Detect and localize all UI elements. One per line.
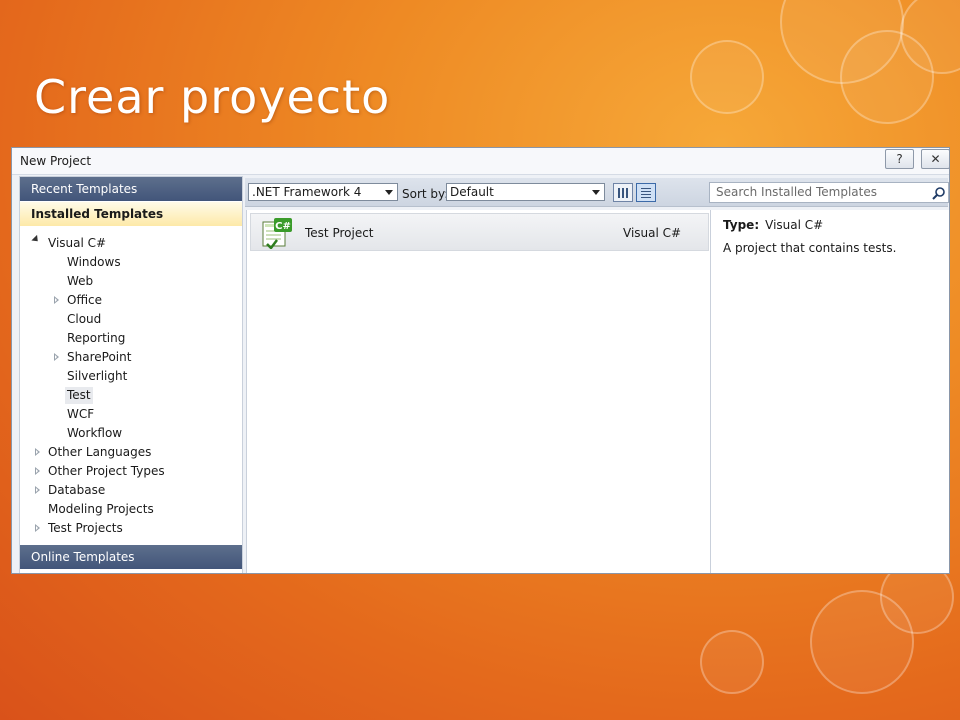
tree-item-cloud[interactable]: Cloud (67, 311, 101, 328)
collapse-arrow-icon[interactable] (54, 296, 59, 304)
collapse-arrow-icon[interactable] (35, 467, 40, 475)
new-project-dialog: New Project ? ✕ Recent Templates Install… (11, 147, 950, 574)
tree-item-visual-csharp[interactable]: Visual C# (48, 235, 106, 252)
collapse-arrow-icon[interactable] (35, 448, 40, 456)
template-item-test-project[interactable]: C# Test Project Visual C# (250, 213, 709, 251)
slide-title: Crear proyecto (34, 70, 391, 124)
search-templates-input[interactable]: Search Installed Templates (709, 182, 949, 203)
collapse-arrow-icon[interactable] (54, 353, 59, 361)
template-language: Visual C# (623, 226, 682, 240)
tree-item-test[interactable]: Test (65, 387, 93, 404)
dropdown-arrow-icon (592, 190, 600, 195)
help-button[interactable]: ? (885, 149, 914, 169)
sort-by-label: Sort by: (402, 187, 449, 201)
tree-item-workflow[interactable]: Workflow (67, 425, 122, 442)
tree-item-database[interactable]: Database (48, 482, 105, 499)
framework-value: .NET Framework 4 (252, 185, 362, 199)
dialog-title: New Project (20, 154, 92, 168)
tree-item-other-languages[interactable]: Other Languages (48, 444, 151, 461)
type-value: Visual C# (765, 218, 824, 232)
templates-list: C# Test Project Visual C# (246, 210, 711, 573)
tree-item-modeling-projects[interactable]: Modeling Projects (48, 501, 154, 518)
small-icons-view-button[interactable] (613, 183, 633, 202)
collapse-arrow-icon[interactable] (35, 486, 40, 494)
svg-text:C#: C# (275, 221, 291, 232)
framework-dropdown[interactable]: .NET Framework 4 (248, 183, 398, 201)
close-button[interactable]: ✕ (921, 149, 949, 169)
template-type: Type: Visual C# (723, 218, 823, 232)
template-description: A project that contains tests. (723, 241, 897, 255)
template-categories-panel: Recent Templates Installed Templates Vis… (19, 176, 243, 573)
tree-item-test-projects[interactable]: Test Projects (48, 520, 123, 537)
search-placeholder: Search Installed Templates (716, 185, 877, 199)
search-icon[interactable] (932, 186, 946, 200)
sort-by-dropdown[interactable]: Default (446, 183, 605, 201)
online-templates-header[interactable]: Online Templates (20, 545, 242, 569)
tree-item-other-project-types[interactable]: Other Project Types (48, 463, 165, 480)
expand-arrow-icon[interactable] (31, 234, 41, 245)
tree-item-wcf[interactable]: WCF (67, 406, 94, 423)
decorative-bubble (690, 40, 764, 114)
dropdown-arrow-icon (385, 190, 393, 195)
dialog-titlebar: New Project ? ✕ (12, 148, 949, 175)
csharp-test-project-icon: C# (262, 218, 292, 249)
recent-templates-header[interactable]: Recent Templates (20, 177, 242, 201)
collapse-arrow-icon[interactable] (35, 524, 40, 532)
tree-item-silverlight[interactable]: Silverlight (67, 368, 127, 385)
template-details-panel: Type: Visual C# A project that contains t… (710, 210, 949, 573)
decorative-bubble (700, 630, 764, 694)
sort-value: Default (450, 185, 494, 199)
tree-item-office[interactable]: Office (67, 292, 102, 309)
tree-item-sharepoint[interactable]: SharePoint (67, 349, 131, 366)
type-label: Type: (723, 218, 760, 232)
tree-item-reporting[interactable]: Reporting (67, 330, 125, 347)
installed-templates-header[interactable]: Installed Templates (20, 202, 242, 226)
list-view-button[interactable] (636, 183, 656, 202)
tree-item-windows[interactable]: Windows (67, 254, 121, 271)
template-name: Test Project (305, 226, 374, 240)
tree-item-web[interactable]: Web (67, 273, 93, 290)
